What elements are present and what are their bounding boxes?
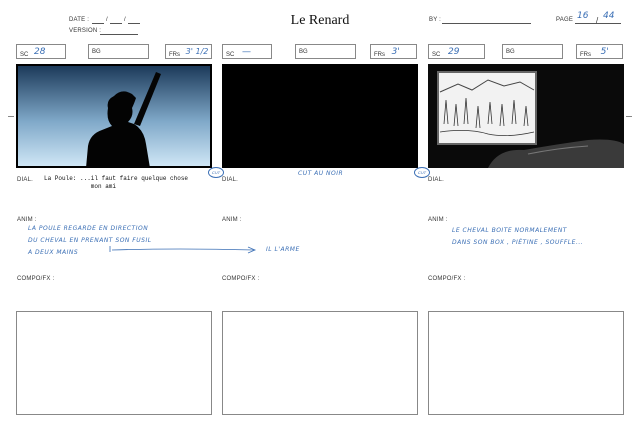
sc-label: SC — [20, 52, 29, 58]
anim-label: ANIM : — [428, 217, 448, 223]
panel-1-compo-box[interactable] — [16, 311, 212, 415]
sc-value: 28 — [34, 47, 46, 57]
sc-field[interactable]: SC 28 — [16, 44, 66, 59]
frs-field[interactable]: FRs 3' — [370, 44, 417, 59]
dial-label: DIAL. — [428, 177, 445, 183]
side-tick — [8, 116, 14, 117]
bg-label: BG — [92, 49, 101, 55]
sc-field[interactable]: SC — — [222, 44, 272, 59]
compo-label: COMPO/FX : — [17, 276, 55, 282]
bg-field[interactable]: BG — [502, 44, 563, 59]
page-line — [575, 23, 621, 24]
frs-label: FRs — [169, 52, 180, 58]
sc-value: — — [242, 47, 252, 57]
bg-field[interactable]: BG — [88, 44, 149, 59]
frs-value: 3' 1/2 — [185, 47, 209, 56]
panel-2-dial-note: CUT AU NOIR — [298, 170, 344, 177]
sc-field[interactable]: SC 29 — [428, 44, 485, 59]
page-total: 44 — [603, 11, 615, 21]
sc-label: SC — [432, 52, 441, 58]
panel-1-frame — [16, 64, 212, 168]
panel-2-frame — [222, 64, 418, 168]
silhouette-image — [18, 66, 210, 168]
panel-3-compo-box[interactable] — [428, 311, 624, 415]
frs-field[interactable]: FRs 3' 1/2 — [165, 44, 212, 59]
page-label: PAGE — [556, 17, 574, 23]
bg-field[interactable]: BG — [295, 44, 356, 59]
page-title: Le Renard — [290, 13, 350, 28]
side-tick — [626, 116, 632, 117]
stable-window-image — [428, 64, 624, 168]
panel-1-dialogue: La Poule: ...il faut faire quelque chose… — [44, 175, 189, 190]
panel-1-anim-arrow-note: IL L'ARME — [266, 246, 300, 253]
sc-value: 29 — [448, 47, 460, 57]
panel-2-compo-box[interactable] — [222, 311, 418, 415]
frs-label: FRs — [580, 52, 591, 58]
version-line — [100, 34, 138, 35]
panel-3-anim-note: LE CHEVAL BOITE NORMALEMENT DANS SON BOX… — [452, 227, 584, 246]
page-current: 16 — [577, 11, 589, 21]
arrow-icon — [109, 246, 257, 254]
frs-value: 3' — [391, 47, 400, 57]
by-label: BY : — [429, 17, 442, 23]
anim-label: ANIM : — [222, 217, 242, 223]
sc-label: SC — [226, 52, 235, 58]
frs-value: 5' — [600, 47, 609, 57]
dial-label: DIAL. — [222, 177, 239, 183]
frs-label: FRs — [374, 52, 385, 58]
dial-label: DIAL. — [17, 177, 34, 183]
bg-label: BG — [506, 49, 515, 55]
compo-label: COMPO/FX : — [222, 276, 260, 282]
by-line — [442, 23, 531, 24]
frs-field[interactable]: FRs 5' — [576, 44, 623, 59]
panel-3-frame — [428, 64, 624, 168]
bg-label: BG — [299, 49, 308, 55]
compo-label: COMPO/FX : — [428, 276, 466, 282]
